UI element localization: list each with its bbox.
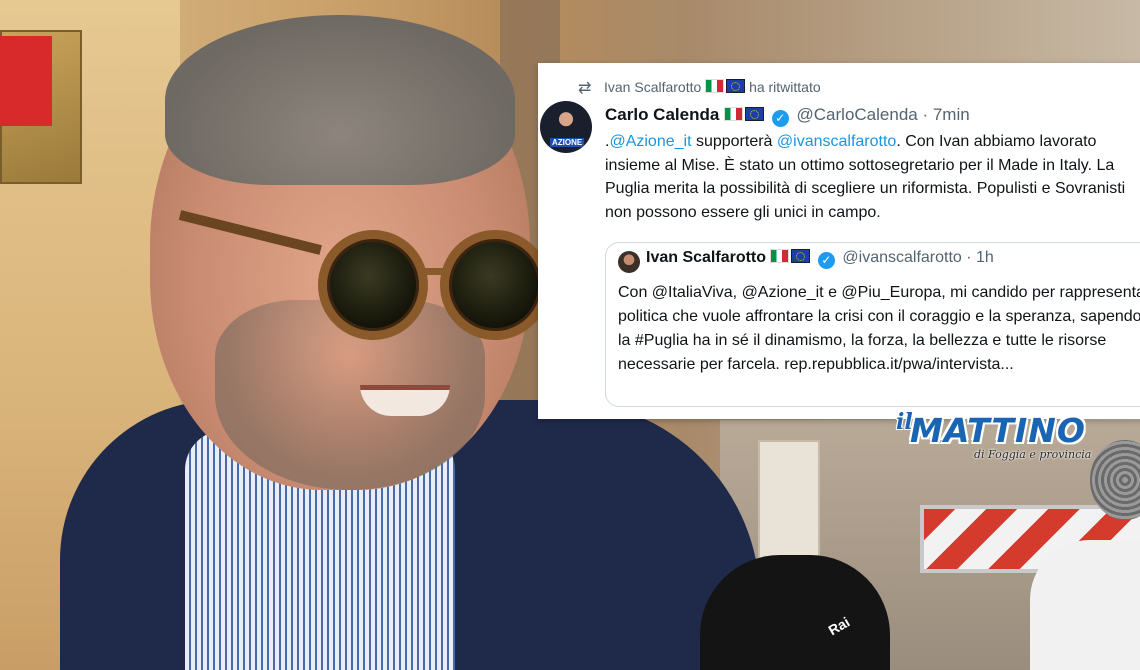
- quoted-author-row: Ivan Scalfarotto ✓ @ivanscalfarotto · 1h: [646, 249, 994, 269]
- eu-flag-icon: [726, 79, 746, 93]
- mention-azione[interactable]: @Azione_it: [609, 133, 691, 150]
- wall-poster: [758, 440, 820, 574]
- tweet-card[interactable]: ⇄ Ivan Scalfarotto ha ritwittato AZIONE …: [538, 63, 1140, 419]
- man-hair: [165, 15, 515, 185]
- italy-flag-icon: [770, 249, 790, 263]
- tweet-text-part-1: supporterà: [691, 133, 777, 150]
- logo-name: MATTINO: [910, 411, 1086, 450]
- retweet-icon: ⇄: [578, 80, 592, 97]
- sunglasses-right-lens: [440, 230, 550, 340]
- quoted-tweet-time: · 1h: [966, 249, 994, 266]
- quoted-tweet[interactable]: Ivan Scalfarotto ✓ @ivanscalfarotto · 1h…: [605, 242, 1140, 407]
- mention-ivanscalfarotto[interactable]: @ivanscalfarotto: [777, 133, 896, 150]
- eu-flag-icon: [745, 107, 765, 121]
- party-plaque-logo: [0, 36, 52, 126]
- quoted-author-name: Ivan Scalfarotto: [646, 249, 767, 266]
- author-handle[interactable]: @CarloCalenda: [797, 105, 918, 124]
- tweet-time[interactable]: · 7min: [922, 105, 969, 124]
- quoted-author-avatar: [618, 251, 640, 273]
- author-row: Carlo Calenda ✓ @CarloCalenda · 7min: [605, 105, 970, 127]
- logo-prefix: il: [896, 409, 913, 435]
- sunglasses-left-lens: [318, 230, 428, 340]
- retweet-action: ha ritwittato: [749, 79, 821, 95]
- eu-flag-icon: [791, 249, 811, 263]
- bystander: [1030, 540, 1140, 670]
- tweet-text: .@Azione_it supporterà @ivanscalfarotto.…: [605, 130, 1140, 224]
- quoted-tweet-text: Con @ItaliaViva, @Azione_it e @Piu_Europ…: [618, 284, 1140, 373]
- il-mattino-logo: MATTINO il di Foggia e provincia: [896, 407, 1096, 467]
- author-name[interactable]: Carlo Calenda: [605, 105, 719, 124]
- avatar-tag: AZIONE: [550, 138, 585, 147]
- retweet-header: Ivan Scalfarotto ha ritwittato: [604, 79, 821, 95]
- verified-badge-icon: ✓: [817, 252, 835, 269]
- italy-flag-icon: [705, 79, 725, 93]
- author-avatar[interactable]: AZIONE: [540, 101, 592, 153]
- logo-subtitle: di Foggia e provincia: [974, 448, 1092, 461]
- quoted-author-handle: @ivanscalfarotto: [842, 249, 962, 266]
- verified-badge-icon: ✓: [771, 110, 789, 127]
- retweet-user[interactable]: Ivan Scalfarotto: [604, 79, 701, 95]
- italy-flag-icon: [724, 107, 744, 121]
